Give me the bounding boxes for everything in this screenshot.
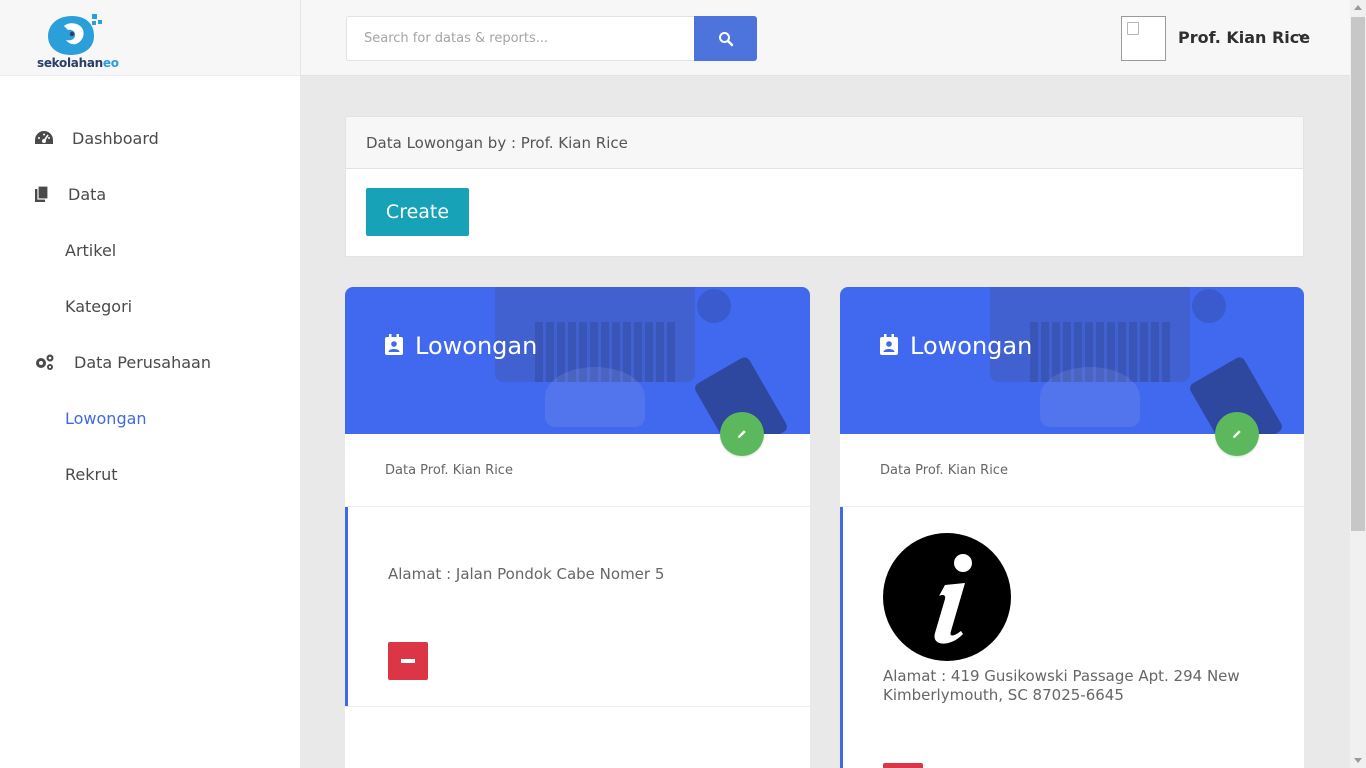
minus-icon (401, 659, 415, 663)
pencil-icon (738, 430, 746, 438)
search-icon (718, 31, 733, 46)
contact-card-icon (880, 334, 898, 355)
elephant-logo-icon (48, 14, 102, 55)
lowongan-card: Lowongan Data Prof. Kian Rice Alamat : 4… (840, 287, 1304, 768)
lowongan-panel: Data Lowongan by : Prof. Kian Rice Creat… (345, 116, 1304, 257)
copy-icon (34, 185, 54, 203)
user-name[interactable]: Prof. Kian Rice (1178, 28, 1310, 47)
scroll-up-arrow-icon[interactable] (1354, 5, 1362, 10)
logo-text: sekolahaneo (37, 56, 119, 70)
card-subtitle: Data Prof. Kian Rice (385, 463, 513, 478)
address-text: Alamat : Jalan Pondok Cabe Nomer 5 (388, 565, 665, 583)
card-subtitle: Data Prof. Kian Rice (880, 463, 1008, 478)
sidebar-item-artikel[interactable]: Artikel (0, 222, 300, 278)
card-title: Lowongan (415, 332, 538, 360)
sidebar: sekolahaneo Dashboard Data Artikel Kateg… (0, 0, 300, 768)
sidebar-item-data[interactable]: Data (0, 166, 300, 222)
sidebar-item-label: Data (68, 184, 107, 204)
create-button[interactable]: Create (366, 188, 469, 236)
page-scrollbar[interactable] (1350, 0, 1366, 768)
edit-button[interactable] (720, 412, 764, 456)
cogs-icon (34, 353, 54, 371)
sidebar-item-lowongan[interactable]: Lowongan (0, 390, 300, 446)
sidebar-item-label: Kategori (65, 296, 133, 316)
sidebar-item-label: Lowongan (65, 408, 147, 428)
sidebar-item-label: Data Perusahaan (74, 352, 211, 372)
address-text: Alamat : 419 Gusikowski Passage Apt. 294… (883, 667, 1240, 704)
sidebar-item-dashboard[interactable]: Dashboard (0, 110, 300, 166)
app-logo[interactable]: sekolahaneo (36, 12, 119, 72)
delete-button[interactable] (883, 763, 923, 768)
edit-button[interactable] (1215, 412, 1259, 456)
chevron-down-icon[interactable] (1297, 32, 1307, 40)
scroll-down-arrow-icon[interactable] (1354, 758, 1362, 763)
dashboard-icon (34, 129, 54, 147)
scrollbar-thumb[interactable] (1351, 17, 1365, 531)
card-body: Alamat : 419 Gusikowski Passage Apt. 294… (840, 507, 1304, 768)
panel-heading: Data Lowongan by : Prof. Kian Rice (346, 117, 1303, 169)
sidebar-nav: Dashboard Data Artikel Kategori Data Per… (0, 110, 300, 502)
lowongan-card: Lowongan Data Prof. Kian Rice Alamat : J… (345, 287, 810, 768)
sidebar-item-kategori[interactable]: Kategori (0, 278, 300, 334)
sidebar-item-data-perusahaan[interactable]: Data Perusahaan (0, 334, 300, 390)
broken-image-icon (1127, 22, 1139, 35)
sidebar-item-label: Rekrut (65, 464, 118, 484)
sidebar-item-label: Artikel (65, 240, 117, 260)
topbar: Prof. Kian Rice (300, 0, 1350, 76)
sidebar-item-label: Dashboard (72, 128, 159, 148)
info-icon (883, 533, 1011, 661)
card-body: Alamat : Jalan Pondok Cabe Nomer 5 (345, 507, 810, 707)
brand-area: sekolahaneo (0, 0, 300, 76)
card-title: Lowongan (910, 332, 1033, 360)
search-button[interactable] (694, 16, 757, 61)
delete-button[interactable] (388, 642, 428, 680)
search-input[interactable] (346, 16, 694, 61)
sidebar-item-rekrut[interactable]: Rekrut (0, 446, 300, 502)
contact-card-icon (385, 334, 403, 355)
pencil-icon (1233, 430, 1241, 438)
avatar[interactable] (1121, 16, 1166, 61)
